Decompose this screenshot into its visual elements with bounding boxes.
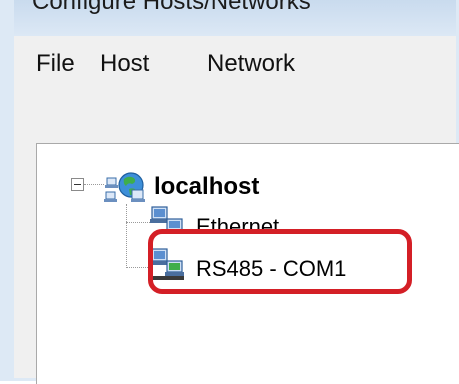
tree-connector (126, 204, 127, 268)
menu-bar: File Host Network (14, 36, 456, 90)
highlight-annotation (148, 229, 412, 294)
collapse-toggle[interactable] (71, 178, 84, 191)
tree-connector (126, 267, 150, 268)
window-title: Configure Hosts/Networks (32, 0, 311, 15)
tree-node-label: localhost (154, 173, 260, 200)
tree-connector (126, 222, 150, 223)
network-globe-icon (104, 172, 145, 202)
menu-host[interactable]: Host (100, 50, 149, 78)
menu-network[interactable]: Network (207, 50, 295, 78)
menu-file[interactable]: File (36, 50, 75, 78)
tree-connector (84, 184, 104, 185)
title-bar: Configure Hosts/Networks (14, 0, 456, 36)
